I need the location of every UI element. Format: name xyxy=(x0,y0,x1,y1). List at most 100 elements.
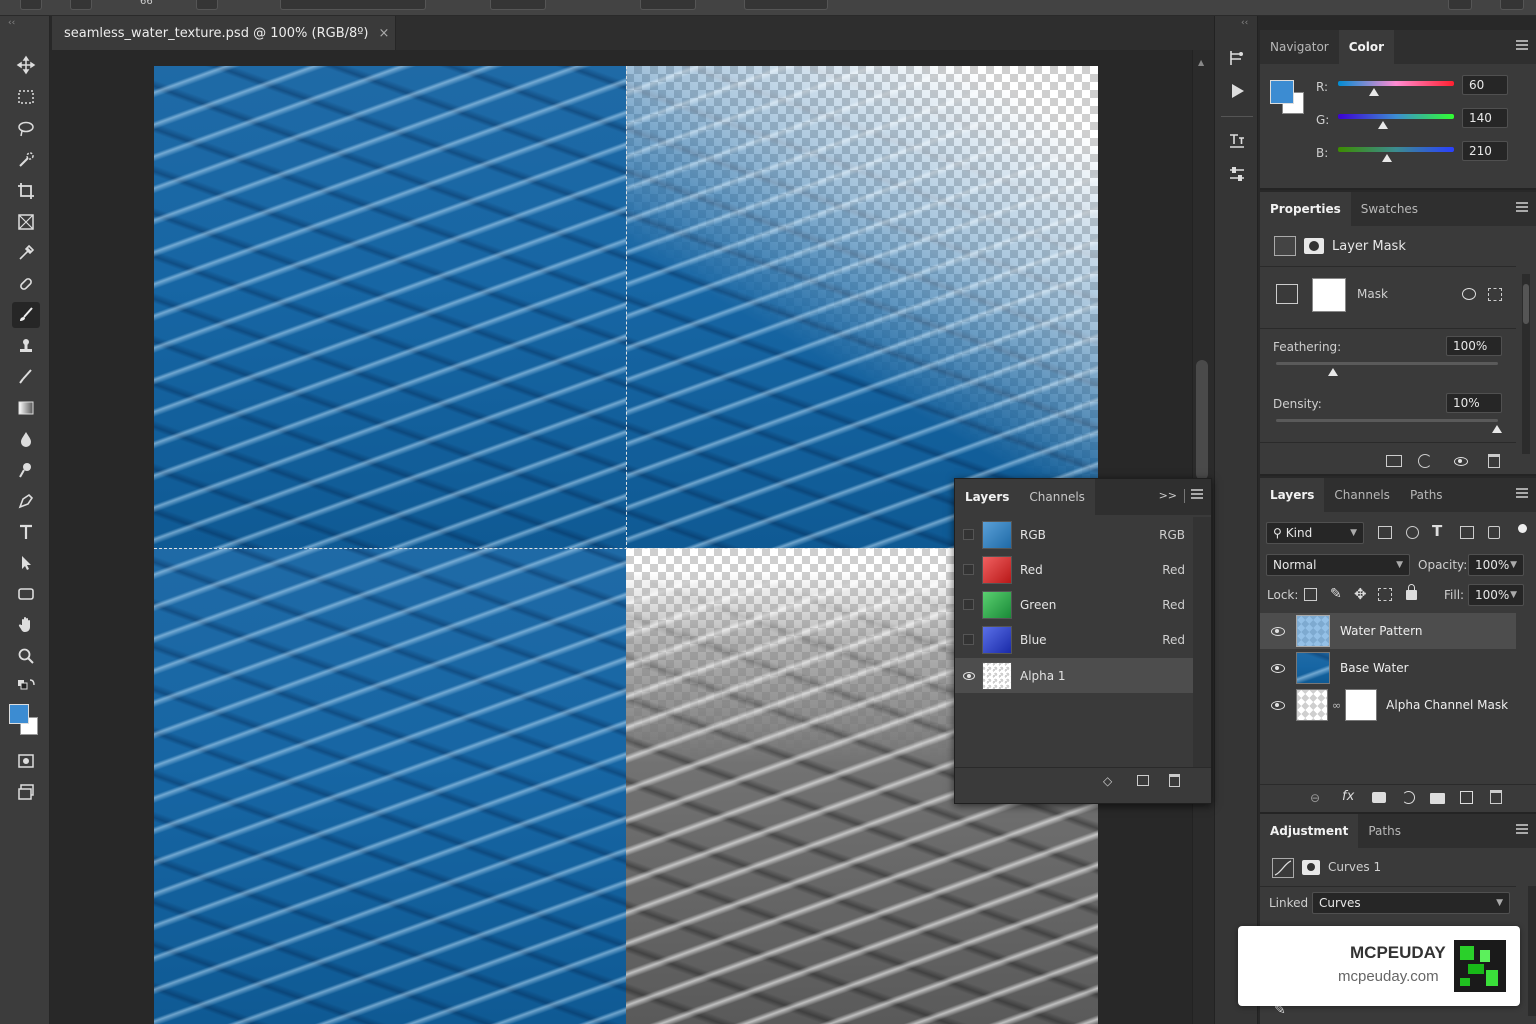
feathering-field[interactable]: 100% xyxy=(1446,336,1502,356)
delete-mask-icon[interactable] xyxy=(1488,454,1500,468)
clone-stamp-tool-icon[interactable] xyxy=(12,333,40,359)
mask-options-icon[interactable] xyxy=(1488,288,1502,301)
eyedropper-tool-icon[interactable] xyxy=(12,240,40,266)
tab-color[interactable]: Color xyxy=(1338,30,1395,64)
panel-menu-icon[interactable] xyxy=(1516,40,1528,50)
filter-toggle-icon[interactable] xyxy=(1518,524,1527,533)
layer-row-water-pattern[interactable]: Water Pattern xyxy=(1260,613,1516,649)
visibility-toggle[interactable] xyxy=(963,634,974,645)
toggle-mask-icon[interactable] xyxy=(1454,457,1468,466)
green-slider-handle[interactable] xyxy=(1378,121,1388,129)
visibility-toggle[interactable] xyxy=(963,564,974,575)
tab-navigator[interactable]: Navigator xyxy=(1260,30,1339,64)
tab-layers[interactable]: Layers xyxy=(955,479,1020,515)
visibility-toggle[interactable] xyxy=(963,529,974,540)
tab-adjustment[interactable]: Adjustment xyxy=(1260,814,1359,848)
apply-mask-icon[interactable] xyxy=(1418,454,1432,468)
linked-dropdown[interactable]: Curves ▼ xyxy=(1312,892,1510,914)
water-quadrant-bottom-left[interactable] xyxy=(154,548,626,1024)
transparent-quadrant-top-right[interactable] xyxy=(626,66,1098,548)
visibility-toggle[interactable] xyxy=(963,599,974,610)
water-quadrant-top-left[interactable] xyxy=(154,66,626,548)
scroll-up-icon[interactable]: ▲ xyxy=(1198,58,1204,67)
red-slider-handle[interactable] xyxy=(1369,88,1379,96)
path-selection-tool-icon[interactable] xyxy=(12,550,40,576)
channel-row-blue[interactable]: Blue Red xyxy=(955,622,1193,657)
tab-paths[interactable]: Paths xyxy=(1400,478,1453,512)
close-document-icon[interactable]: × xyxy=(378,26,389,41)
mask-thumbnail[interactable] xyxy=(1312,278,1346,312)
panel-menu-icon[interactable] xyxy=(1191,489,1203,499)
workspace-icon[interactable] xyxy=(1448,0,1472,10)
panel-menu-icon[interactable] xyxy=(1516,202,1528,212)
new-layer-icon[interactable] xyxy=(1460,791,1473,804)
layer-kind-filter[interactable]: ⚲ Kind ▼ xyxy=(1266,522,1364,544)
lasso-tool-icon[interactable] xyxy=(12,116,40,142)
history-brush-tool-icon[interactable] xyxy=(12,364,40,390)
green-slider[interactable] xyxy=(1338,114,1454,119)
load-channel-selection-icon[interactable]: ◇ xyxy=(1103,774,1112,788)
pixel-mask-icon[interactable] xyxy=(1274,236,1296,256)
zoom-tool-icon[interactable] xyxy=(12,643,40,669)
move-tool-icon[interactable] xyxy=(12,52,40,78)
adjustments-sliders-icon[interactable] xyxy=(1225,162,1249,186)
flow-field[interactable] xyxy=(640,0,696,10)
red-value-field[interactable]: 60 xyxy=(1462,75,1508,95)
fill-field[interactable]: 100% ▼ xyxy=(1468,584,1524,606)
hand-tool-icon[interactable] xyxy=(12,612,40,638)
delete-layer-icon[interactable] xyxy=(1490,790,1502,804)
dodge-tool-icon[interactable] xyxy=(12,457,40,483)
character-panel-icon[interactable] xyxy=(1225,128,1249,152)
visibility-eye-icon[interactable] xyxy=(1260,700,1296,710)
new-group-icon[interactable] xyxy=(1430,793,1445,804)
smoothing-field[interactable] xyxy=(744,0,828,10)
document-tab[interactable]: seamless_water_texture.psd @ 100% (RGB/8… xyxy=(52,16,396,50)
filter-pixel-icon[interactable] xyxy=(1378,526,1392,539)
crop-tool-icon[interactable] xyxy=(12,178,40,204)
new-adjustment-layer-icon[interactable] xyxy=(1402,791,1415,804)
channels-scrollbar[interactable] xyxy=(1193,517,1211,767)
visibility-eye-icon[interactable] xyxy=(955,671,982,680)
filter-adjustment-icon[interactable] xyxy=(1406,526,1419,539)
blue-slider-handle[interactable] xyxy=(1382,154,1392,162)
green-value-field[interactable]: 140 xyxy=(1462,108,1508,128)
blend-mode-dropdown[interactable]: Normal ▼ xyxy=(1266,554,1410,576)
mask-link-icon[interactable]: ∞ xyxy=(1332,699,1341,712)
brush-tool-icon[interactable] xyxy=(12,302,40,328)
add-mask-icon[interactable] xyxy=(1372,792,1386,803)
properties-scrollbar[interactable] xyxy=(1522,274,1530,454)
lock-image-pixels-icon[interactable]: ✎ xyxy=(1330,586,1342,602)
quick-mask-icon[interactable] xyxy=(12,748,40,774)
panel-menu-icon[interactable] xyxy=(1516,824,1528,834)
collapse-panel-icon[interactable]: >> xyxy=(1159,489,1177,502)
history-panel-icon[interactable] xyxy=(1225,46,1249,70)
layer-style-fx-icon[interactable]: fx xyxy=(1342,789,1354,804)
opacity-field[interactable] xyxy=(490,0,546,10)
swap-colors-icon[interactable] xyxy=(12,676,40,696)
rectangle-tool-icon[interactable] xyxy=(12,581,40,607)
layer-row-base-water[interactable]: Base Water xyxy=(1260,650,1516,686)
channel-row-alpha-1[interactable]: Alpha 1 xyxy=(955,658,1193,693)
opacity-field[interactable]: 100% ▼ xyxy=(1468,554,1524,576)
blue-slider[interactable] xyxy=(1338,147,1454,152)
load-selection-icon[interactable] xyxy=(1386,455,1402,467)
save-selection-channel-icon[interactable] xyxy=(1137,775,1149,786)
lock-transparent-pixels-icon[interactable] xyxy=(1304,588,1317,601)
expand-dock-icon[interactable]: ‹‹ xyxy=(1241,18,1248,28)
share-icon[interactable] xyxy=(1500,0,1524,10)
tab-channels[interactable]: Channels xyxy=(1019,479,1095,515)
filter-smart-object-icon[interactable] xyxy=(1488,526,1500,539)
collapse-toolbar-icon[interactable]: ‹‹ xyxy=(8,18,15,28)
mask-refine-icon[interactable] xyxy=(1462,288,1476,300)
tab-channels[interactable]: Channels xyxy=(1324,478,1400,512)
delete-channel-icon[interactable] xyxy=(1169,774,1180,787)
density-slider[interactable] xyxy=(1276,419,1498,422)
adjustment-scrollbar[interactable] xyxy=(1528,886,1536,1016)
density-field[interactable]: 10% xyxy=(1446,393,1502,413)
tab-properties[interactable]: Properties xyxy=(1260,192,1351,226)
blue-value-field[interactable]: 210 xyxy=(1462,141,1508,161)
home-icon[interactable] xyxy=(20,0,42,10)
lock-position-icon[interactable]: ✥ xyxy=(1354,585,1367,603)
tab-swatches[interactable]: Swatches xyxy=(1351,192,1428,226)
type-tool-icon[interactable] xyxy=(12,519,40,545)
